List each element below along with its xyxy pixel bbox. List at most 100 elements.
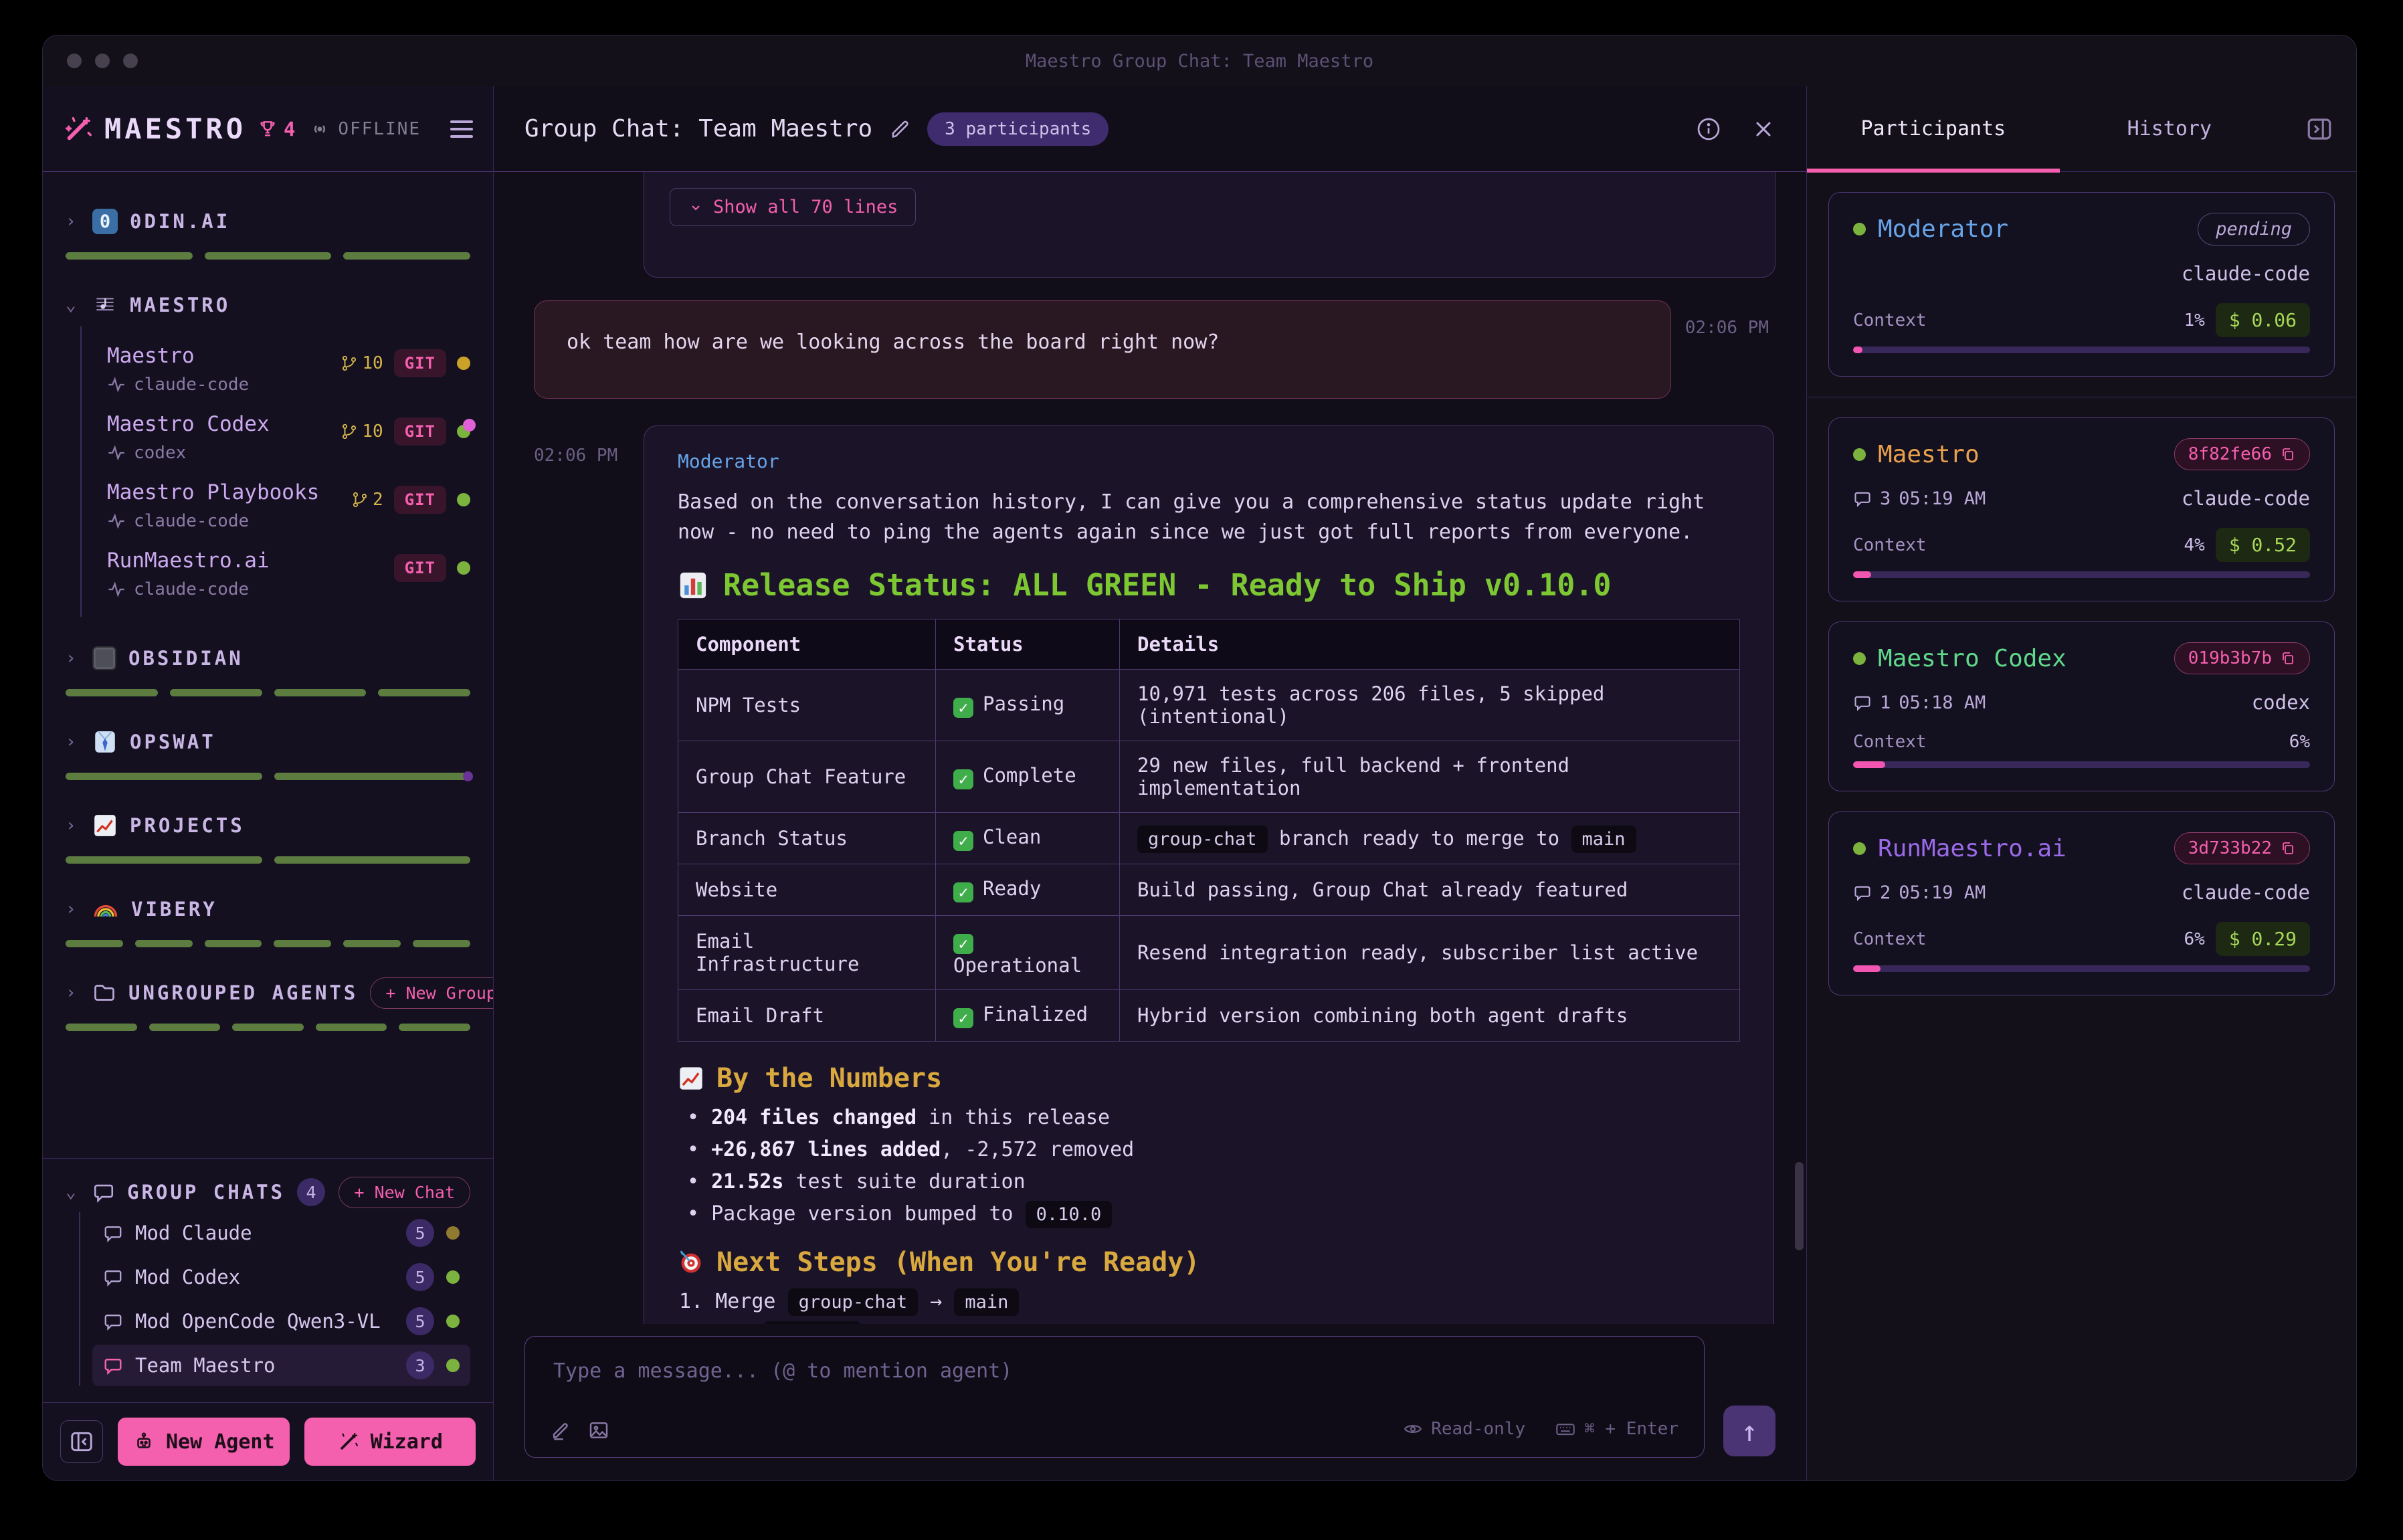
active-tab-indicator: [1807, 169, 2060, 173]
session-hash-badge[interactable]: 8f82fe66: [2174, 438, 2310, 470]
arrow-up-icon: ↑: [1741, 1415, 1757, 1448]
status-dot: [457, 561, 470, 575]
table-row: Email Infrastructure ✓Operational Resend…: [678, 916, 1740, 990]
image-icon[interactable]: [588, 1420, 609, 1441]
participant-card-runmaestro[interactable]: RunMaestro.ai 3d733b22 2 05:19 AM claude…: [1828, 811, 2335, 995]
eye-icon: [1403, 1419, 1423, 1439]
copy-icon[interactable]: [2280, 650, 2296, 666]
group-agent-bars: [66, 940, 470, 947]
check-icon: ✓: [953, 831, 973, 851]
connection-status-label: OFFLINE: [338, 119, 421, 139]
panel-tabs: Participants History: [1807, 86, 2356, 172]
wizard-label: Wizard: [371, 1430, 443, 1454]
trophy-count: 4: [284, 118, 295, 140]
context-progress-track: [1853, 347, 2310, 353]
chat-message-count: 3: [406, 1351, 434, 1379]
context-progress-fill: [1853, 571, 1871, 578]
participants-count-badge[interactable]: 3 participants: [927, 112, 1109, 146]
pending-badge: pending: [2198, 213, 2310, 246]
sidebar-group-vibery[interactable]: › VIBERY: [66, 892, 470, 927]
session-hash-badge[interactable]: 3d733b22: [2174, 832, 2310, 864]
close-icon[interactable]: [1751, 117, 1775, 141]
group-agent-bars: [66, 252, 470, 260]
context-percent: 6%: [2184, 929, 2205, 949]
sidebar-groups: › 0 0DIN.AI ⌄ MAESTRO Maestro: [43, 172, 493, 1402]
sidebar-group-ungrouped[interactable]: › UNGROUPED AGENTS + New Group: [66, 975, 470, 1010]
chat-bubble-icon: [103, 1311, 123, 1331]
folder-icon: [92, 981, 116, 1005]
agent-row-maestro-playbooks[interactable]: Maestro Playbooks claude-code 2 GI: [107, 480, 470, 531]
message-list: Show all 70 lines ok team how are we loo…: [494, 172, 1806, 1324]
participant-card-maestro[interactable]: Maestro 8f82fe66 3 05:19 AM claude-code: [1828, 417, 2335, 601]
tab-history[interactable]: History: [2060, 117, 2279, 140]
table-row: Website ✓Ready Build passing, Group Chat…: [678, 864, 1740, 916]
agent-row-maestro[interactable]: Maestro claude-code 10 GIT: [107, 344, 470, 395]
sidebar-group-projects[interactable]: › PROJECTS: [66, 808, 470, 843]
git-branch-count: 10: [341, 353, 383, 373]
message-input-box[interactable]: Read-only ⌘ + Enter: [524, 1336, 1705, 1458]
session-hash-badge[interactable]: 019b3b7b: [2174, 642, 2310, 674]
activity-icon: [107, 444, 126, 462]
participant-card-maestro-codex[interactable]: Maestro Codex 019b3b7b 1 05:18 AM codex: [1828, 621, 2335, 791]
show-all-lines-button[interactable]: Show all 70 lines: [670, 188, 916, 226]
new-group-button[interactable]: + New Group: [370, 977, 493, 1009]
copy-icon[interactable]: [2280, 446, 2296, 462]
git-branch-icon: [351, 491, 369, 508]
agent-row-runmaestro[interactable]: RunMaestro.ai claude-code GIT: [107, 549, 470, 599]
group-agent-bars: [66, 773, 470, 780]
scrollbar-thumb[interactable]: [1795, 1162, 1804, 1250]
message-input[interactable]: [553, 1359, 1676, 1406]
check-icon: ✓: [953, 1008, 973, 1028]
agent-row-maestro-codex[interactable]: Maestro Codex codex 10 GIT: [107, 412, 470, 463]
group-agent-bars: [66, 1024, 470, 1031]
chat-name: Mod Claude: [135, 1222, 252, 1244]
list-item: 21.52s test suite duration: [687, 1170, 1740, 1193]
by-the-numbers-heading: By the Numbers: [678, 1063, 1740, 1094]
check-icon: ✓: [953, 882, 973, 902]
trophy-counter[interactable]: 4: [257, 118, 295, 140]
wizard-button[interactable]: Wizard: [304, 1418, 476, 1466]
chevron-right-icon: ›: [66, 648, 80, 668]
agent-runtime: claude-code: [134, 579, 249, 599]
participant-card-moderator[interactable]: Moderator pending claude-code Context 1%…: [1828, 192, 2335, 377]
chat-item-mod-opencode[interactable]: Mod OpenCode Qwen3-VL 5: [92, 1301, 470, 1342]
sidebar-group-maestro[interactable]: ⌄ MAESTRO: [66, 288, 470, 322]
new-agent-button[interactable]: New Agent: [118, 1418, 290, 1466]
release-status-heading: Release Status: ALL GREEN - Ready to Shi…: [678, 567, 1740, 603]
inline-code: v0.10.0: [763, 1321, 861, 1324]
window-title: Maestro Group Chat: Team Maestro: [43, 51, 2356, 72]
maestro-agent-list: Maestro claude-code 10 GIT: [80, 326, 470, 617]
group-name: OBSIDIAN: [128, 647, 244, 670]
app-window: Maestro Group Chat: Team Maestro MAESTRO…: [42, 35, 2357, 1481]
chat-item-team-maestro[interactable]: Team Maestro 3: [92, 1345, 470, 1386]
sidebar-group-obsidian[interactable]: › OBSIDIAN: [66, 641, 470, 676]
menu-icon[interactable]: [450, 120, 473, 138]
sidebar-group-0din[interactable]: › 0 0DIN.AI: [66, 204, 470, 239]
message-intro: Based on the conversation history, I can…: [678, 487, 1740, 547]
edit-pencil-icon[interactable]: [888, 118, 911, 140]
tab-participants[interactable]: Participants: [1807, 117, 2060, 140]
pen-icon[interactable]: [551, 1420, 572, 1441]
notebook-icon: [92, 646, 116, 670]
cost-badge: $ 0.52: [2216, 528, 2310, 562]
copy-icon[interactable]: [2280, 840, 2296, 856]
participant-runtime: claude-code: [2182, 487, 2310, 510]
send-button[interactable]: ↑: [1723, 1406, 1775, 1456]
sidebar-group-opswat[interactable]: › OPSWAT: [66, 725, 470, 759]
chat-item-mod-codex[interactable]: Mod Codex 5: [92, 1256, 470, 1298]
column-header: Component: [678, 619, 936, 670]
chevron-down-icon: [688, 199, 704, 215]
collapse-sidebar-button[interactable]: [60, 1420, 103, 1463]
info-icon[interactable]: [1695, 116, 1722, 142]
chat-bubble-icon: [103, 1267, 123, 1287]
git-branch-count: 2: [351, 490, 383, 510]
keyboard-icon: [1555, 1418, 1576, 1440]
chat-item-mod-claude[interactable]: Mod Claude 5: [92, 1212, 470, 1254]
collapse-panel-icon[interactable]: [2305, 115, 2333, 143]
group-name: VIBERY: [131, 898, 217, 921]
participants-panel: Participants History Moderator pending c…: [1806, 86, 2356, 1480]
group-chats-header[interactable]: ⌄ GROUP CHATS 4 + New Chat: [66, 1175, 470, 1210]
new-chat-button[interactable]: + New Chat: [339, 1177, 470, 1208]
brand-name: MAESTRO: [104, 112, 246, 145]
participant-runtime: codex: [2252, 691, 2310, 714]
